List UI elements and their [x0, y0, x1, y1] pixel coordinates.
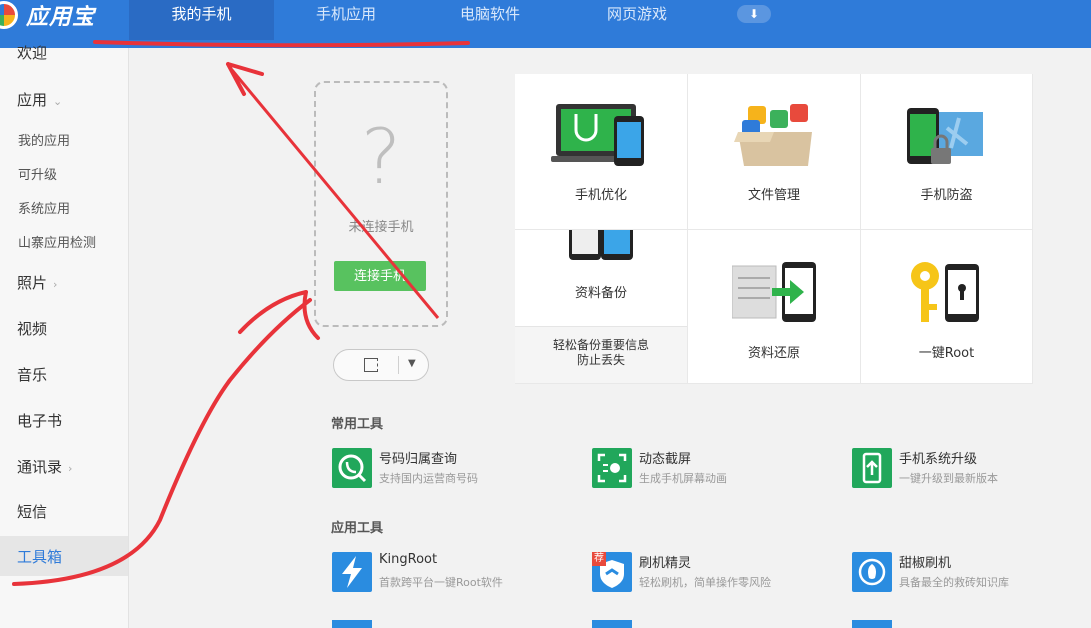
feature-label: 资料备份 [574, 286, 627, 301]
sidebar-item-music[interactable]: 音乐 [17, 364, 47, 385]
sidebar-item-apps[interactable]: 应用 ⌄ [17, 89, 62, 110]
phone-status-text: 未连接手机 [348, 220, 414, 235]
tool-desc: 生成手机屏幕动画 [639, 472, 727, 485]
sidebar-item-label: 欢迎 [17, 44, 48, 62]
feature-files[interactable]: 文件管理 [688, 74, 861, 230]
tool-desc: 首款跨平台一键Root软件 [379, 576, 503, 589]
tool-name: 手机系统升级 [899, 452, 978, 467]
tool-desc: 支持国内运营商号码 [379, 472, 478, 485]
phone-status-card: ? 未连接手机 连接手机 [314, 81, 448, 327]
question-mark-icon: ? [360, 112, 402, 201]
sidebar-item-sms[interactable]: 短信 [17, 501, 47, 522]
backup-icon [569, 230, 633, 260]
tool-desc: 一键升级到最新版本 [899, 472, 998, 485]
feature-restore[interactable]: 资料还原 [688, 230, 861, 384]
recommend-badge: 荐 [592, 552, 606, 566]
feature-root[interactable]: 一键Root [861, 230, 1033, 384]
key-phone-icon [911, 262, 979, 322]
tool-icon-partial[interactable] [852, 620, 892, 628]
sidebar-item-my-apps[interactable]: 我的应用 [18, 130, 70, 149]
app-title: 应用宝 [26, 5, 96, 30]
screenshot-button[interactable]: ▼ [333, 349, 429, 381]
logo-mark-icon [0, 1, 18, 29]
feature-antitheft[interactable]: 手机防盗 [861, 74, 1033, 230]
sidebar-item-contacts[interactable]: 通讯录 › [17, 456, 72, 477]
top-bar: 应用宝 我的手机 手机应用 电脑软件 网页游戏 ⬇ [0, 0, 1091, 48]
tool-name: 动态截屏 [639, 452, 692, 467]
kingroot-icon [332, 552, 372, 592]
tool-name: 号码归属查询 [379, 452, 458, 467]
feature-label: 手机防盗 [920, 188, 973, 203]
phone-search-icon [332, 448, 372, 488]
tab-web-games[interactable]: 网页游戏 [577, 0, 697, 40]
download-icon: ⬇ [748, 7, 760, 21]
tool-kingroot[interactable]: KingRoot 首款跨平台一键Root软件 [332, 550, 572, 594]
sidebar-item-fake-check[interactable]: 山寨应用检测 [18, 232, 96, 251]
feature-label: 资料还原 [747, 346, 800, 361]
screen-record-icon [592, 448, 632, 488]
backup-note-line: 轻松备份重要信息 [552, 338, 649, 352]
chevron-down-icon[interactable]: ▼ [408, 358, 416, 369]
sidebar-item-photos[interactable]: 照片 › [17, 272, 57, 293]
feature-label: 一键Root [918, 346, 975, 361]
sidebar-item-videos[interactable]: 视频 [17, 318, 47, 339]
chevron-down-icon: ⌄ [53, 95, 63, 108]
tool-flash-genie[interactable]: 荐 刷机精灵 轻松刷机，简单操作零风险 [592, 550, 832, 594]
tool-icon-partial[interactable] [332, 620, 372, 628]
backup-note-line: 防止丢失 [576, 353, 625, 367]
chevron-right-icon: › [53, 278, 58, 291]
annotation-arrowhead [238, 290, 320, 340]
sidebar-item-ebooks[interactable]: 电子书 [17, 410, 62, 431]
section-title-common-tools: 常用工具 [331, 417, 384, 432]
pepper-icon [852, 552, 892, 592]
tool-name: 刷机精灵 [639, 556, 692, 571]
app-logo[interactable]: 应用宝 [0, 0, 95, 30]
feature-grid: 手机优化 文件管理 手机防盗 资料备份 轻松备份重要信息 防止丢失 资料还原 一… [515, 74, 1033, 384]
tool-screen-record[interactable]: 动态截屏 生成手机屏幕动画 [592, 446, 832, 490]
system-upgrade-icon [852, 448, 892, 488]
tool-name: KingRoot [379, 552, 438, 567]
tool-system-upgrade[interactable]: 手机系统升级 一键升级到最新版本 [852, 446, 1091, 490]
restore-icon [732, 262, 816, 322]
annotation-arrowhead [226, 62, 264, 96]
crop-icon [364, 358, 378, 372]
divider [398, 356, 399, 374]
sidebar-item-label: 通讯录 [17, 458, 63, 476]
chevron-right-icon: › [68, 462, 73, 475]
section-title-app-tools: 应用工具 [331, 521, 384, 536]
file-box-icon [734, 104, 812, 166]
feature-optimize[interactable]: 手机优化 [515, 74, 688, 230]
sidebar-item-system-apps[interactable]: 系统应用 [18, 198, 70, 217]
tool-desc: 具备最全的救砖知识库 [899, 576, 1009, 589]
tool-pepper-flash[interactable]: 甜椒刷机 具备最全的救砖知识库 [852, 550, 1091, 594]
sidebar-item-label: 照片 [17, 274, 48, 292]
feature-backup[interactable]: 资料备份 轻松备份重要信息 防止丢失 [515, 230, 688, 384]
tool-desc: 轻松刷机，简单操作零风险 [639, 576, 771, 589]
download-button[interactable]: ⬇ [737, 5, 771, 23]
tab-pc-software[interactable]: 电脑软件 [430, 0, 550, 40]
sidebar-item-label: 应用 [17, 91, 48, 109]
tab-phone-apps[interactable]: 手机应用 [286, 0, 406, 40]
sidebar-item-upgradable[interactable]: 可升级 [18, 164, 57, 183]
sidebar: 欢迎 应用 ⌄ 我的应用 可升级 系统应用 山寨应用检测 照片 › 视频 音乐 电子… [0, 44, 129, 628]
sidebar-item-toolbox[interactable]: 工具箱 [0, 536, 128, 576]
sidebar-item-label: 工具箱 [17, 548, 63, 566]
tab-my-phone[interactable]: 我的手机 [129, 0, 274, 40]
feature-label: 手机优化 [574, 188, 627, 203]
sidebar-item-welcome[interactable]: 欢迎 [17, 42, 47, 63]
tool-icon-partial[interactable] [592, 620, 632, 628]
tool-name: 甜椒刷机 [899, 556, 952, 571]
antitheft-icon [907, 108, 983, 164]
backup-note: 轻松备份重要信息 防止丢失 [515, 326, 687, 383]
optimize-icon [551, 104, 644, 166]
feature-label: 文件管理 [747, 188, 800, 203]
tool-number-lookup[interactable]: 号码归属查询 支持国内运营商号码 [332, 446, 572, 490]
connect-phone-button[interactable]: 连接手机 [334, 261, 426, 291]
